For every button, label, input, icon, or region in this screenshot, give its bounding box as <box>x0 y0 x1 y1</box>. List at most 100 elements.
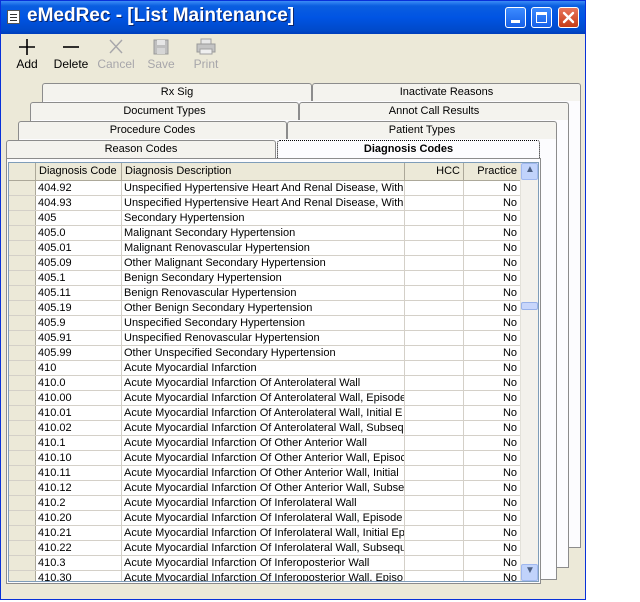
cell-diagnosis-description[interactable]: Acute Myocardial Infarction Of Anterolat… <box>122 391 405 405</box>
cell-practice[interactable]: No <box>464 256 521 270</box>
cell-hcc[interactable] <box>405 466 464 480</box>
cell-practice[interactable]: No <box>464 181 521 195</box>
row-selector[interactable] <box>9 301 36 315</box>
row-selector[interactable] <box>9 181 36 195</box>
cell-diagnosis-code[interactable]: 404.93 <box>36 196 122 210</box>
row-selector[interactable] <box>9 256 36 270</box>
cancel-button[interactable]: Cancel <box>94 36 138 74</box>
cell-hcc[interactable] <box>405 451 464 465</box>
row-selector[interactable] <box>9 196 36 210</box>
cell-diagnosis-description[interactable]: Benign Secondary Hypertension <box>122 271 405 285</box>
cell-hcc[interactable] <box>405 481 464 495</box>
cell-diagnosis-code[interactable]: 405.09 <box>36 256 122 270</box>
cell-diagnosis-description[interactable]: Unspecified Renovascular Hypertension <box>122 331 405 345</box>
cell-diagnosis-description[interactable]: Unspecified Secondary Hypertension <box>122 316 405 330</box>
table-row[interactable]: 405.09 Other Malignant Secondary Hyperten… <box>9 256 521 271</box>
row-selector[interactable] <box>9 211 36 225</box>
cell-diagnosis-code[interactable]: 410.0 <box>36 376 122 390</box>
cell-hcc[interactable] <box>405 241 464 255</box>
table-row[interactable]: 405.91 Unspecified Renovascular Hypertens… <box>9 331 521 346</box>
cell-hcc[interactable] <box>405 556 464 570</box>
table-row[interactable]: 410.1 Acute Myocardial Infarction Of Othe… <box>9 436 521 451</box>
cell-diagnosis-description[interactable]: Other Malignant Secondary Hypertension <box>122 256 405 270</box>
cell-practice[interactable]: No <box>464 541 521 555</box>
table-row[interactable]: 410.22 Acute Myocardial Infarction Of Inf… <box>9 541 521 556</box>
cell-practice[interactable]: No <box>464 286 521 300</box>
row-selector[interactable] <box>9 391 36 405</box>
row-selector[interactable] <box>9 571 36 581</box>
table-row[interactable]: 410.20 Acute Myocardial Infarction Of Inf… <box>9 511 521 526</box>
cell-diagnosis-code[interactable]: 405.1 <box>36 271 122 285</box>
column-header-hcc[interactable]: HCC <box>405 163 464 180</box>
cell-diagnosis-description[interactable]: Acute Myocardial Infarction Of Anterolat… <box>122 421 405 435</box>
cell-diagnosis-description[interactable]: Other Unspecified Secondary Hypertension <box>122 346 405 360</box>
table-row[interactable]: 405.9 Unspecified Secondary Hypertension N… <box>9 316 521 331</box>
cell-hcc[interactable] <box>405 421 464 435</box>
table-row[interactable]: 410.12 Acute Myocardial Infarction Of Oth… <box>9 481 521 496</box>
cell-diagnosis-description[interactable]: Other Benign Secondary Hypertension <box>122 301 405 315</box>
scroll-down-button[interactable]: ▼ <box>521 564 538 581</box>
cell-practice[interactable]: No <box>464 196 521 210</box>
cell-hcc[interactable] <box>405 316 464 330</box>
cell-diagnosis-code[interactable]: 410.12 <box>36 481 122 495</box>
cell-practice[interactable]: No <box>464 496 521 510</box>
cell-diagnosis-description[interactable]: Unspecified Hypertensive Heart And Renal… <box>122 196 405 210</box>
cell-practice[interactable]: No <box>464 331 521 345</box>
table-row[interactable]: 410.00 Acute Myocardial Infarction Of Ant… <box>9 391 521 406</box>
table-row[interactable]: 405.19 Other Benign Secondary Hypertensio… <box>9 301 521 316</box>
table-row[interactable]: 410.3 Acute Myocardial Infarction Of Infe… <box>9 556 521 571</box>
cell-practice[interactable]: No <box>464 451 521 465</box>
cell-practice[interactable]: No <box>464 271 521 285</box>
cell-diagnosis-code[interactable]: 410 <box>36 361 122 375</box>
cell-practice[interactable]: No <box>464 376 521 390</box>
cell-diagnosis-description[interactable]: Acute Myocardial Infarction Of Inferolat… <box>122 511 405 525</box>
table-row[interactable]: 405.11 Benign Renovascular Hypertension No <box>9 286 521 301</box>
cell-hcc[interactable] <box>405 226 464 240</box>
row-selector[interactable] <box>9 406 36 420</box>
cell-diagnosis-description[interactable]: Acute Myocardial Infarction Of Other Ant… <box>122 451 405 465</box>
table-row[interactable]: 410.02 Acute Myocardial Infarction Of Ant… <box>9 421 521 436</box>
cell-hcc[interactable] <box>405 181 464 195</box>
cell-hcc[interactable] <box>405 346 464 360</box>
row-selector[interactable] <box>9 286 36 300</box>
cell-diagnosis-code[interactable]: 405.19 <box>36 301 122 315</box>
cell-hcc[interactable] <box>405 361 464 375</box>
cell-diagnosis-code[interactable]: 405.91 <box>36 331 122 345</box>
cell-diagnosis-description[interactable]: Acute Myocardial Infarction Of Other Ant… <box>122 481 405 495</box>
row-selector[interactable] <box>9 346 36 360</box>
cell-diagnosis-code[interactable]: 405.9 <box>36 316 122 330</box>
cell-diagnosis-code[interactable]: 405 <box>36 211 122 225</box>
cell-practice[interactable]: No <box>464 316 521 330</box>
cell-diagnosis-description[interactable]: Acute Myocardial Infarction Of Inferopos… <box>122 571 405 581</box>
cell-practice[interactable]: No <box>464 526 521 540</box>
row-selector[interactable] <box>9 271 36 285</box>
tab-procedure-codes[interactable]: Procedure Codes <box>18 121 287 139</box>
cell-hcc[interactable] <box>405 211 464 225</box>
cell-diagnosis-description[interactable]: Acute Myocardial Infarction Of Anterolat… <box>122 376 405 390</box>
row-selector[interactable] <box>9 526 36 540</box>
row-selector[interactable] <box>9 466 36 480</box>
row-selector[interactable] <box>9 481 36 495</box>
cell-hcc[interactable] <box>405 526 464 540</box>
cell-practice[interactable]: No <box>464 406 521 420</box>
table-row[interactable]: 410 Acute Myocardial Infarction No <box>9 361 521 376</box>
cell-diagnosis-code[interactable]: 410.1 <box>36 436 122 450</box>
cell-practice[interactable]: No <box>464 421 521 435</box>
cell-hcc[interactable] <box>405 286 464 300</box>
cell-diagnosis-description[interactable]: Acute Myocardial Infarction Of Inferolat… <box>122 496 405 510</box>
cell-diagnosis-description[interactable]: Malignant Renovascular Hypertension <box>122 241 405 255</box>
cell-hcc[interactable] <box>405 301 464 315</box>
cell-practice[interactable]: No <box>464 226 521 240</box>
table-row[interactable]: 410.0 Acute Myocardial Infarction Of Ante… <box>9 376 521 391</box>
row-selector[interactable] <box>9 451 36 465</box>
row-selector[interactable] <box>9 361 36 375</box>
table-row[interactable]: 410.2 Acute Myocardial Infarction Of Infe… <box>9 496 521 511</box>
row-selector[interactable] <box>9 421 36 435</box>
row-selector[interactable] <box>9 331 36 345</box>
tab-patient-types[interactable]: Patient Types <box>287 121 557 139</box>
cell-diagnosis-code[interactable]: 410.30 <box>36 571 122 581</box>
cell-hcc[interactable] <box>405 376 464 390</box>
tab-annot-call-results[interactable]: Annot Call Results <box>299 102 569 120</box>
scroll-up-button[interactable]: ▲ <box>521 163 538 180</box>
cell-diagnosis-code[interactable]: 410.22 <box>36 541 122 555</box>
